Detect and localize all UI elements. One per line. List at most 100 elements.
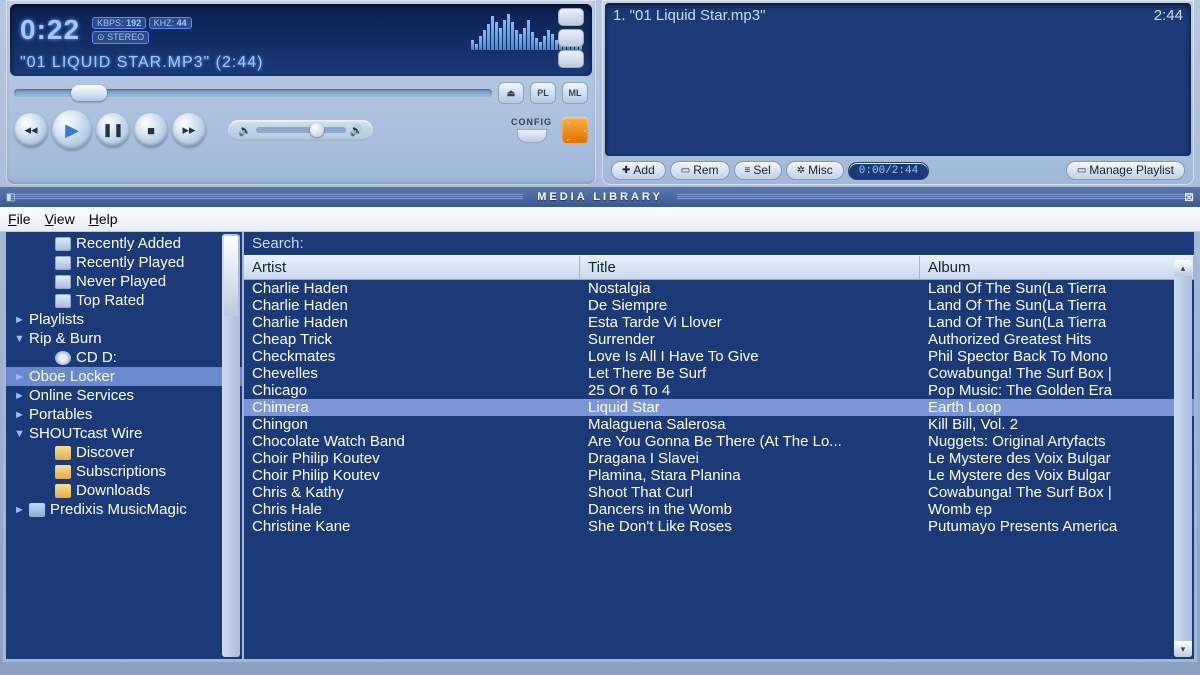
cell-album: Cowabunga! The Surf Box | — [920, 484, 1194, 501]
tree-node[interactable]: Top Rated — [6, 291, 242, 310]
tree-node[interactable]: CD D: — [6, 348, 242, 367]
add-button[interactable]: ✚Add — [611, 161, 666, 180]
cell-album: Cowabunga! The Surf Box | — [920, 365, 1194, 382]
play-button[interactable]: ▶ — [52, 110, 92, 150]
cell-album: Le Mystere des Voix Bulgar — [920, 467, 1194, 484]
disc-icon — [55, 351, 71, 365]
column-album[interactable]: Album — [920, 256, 1194, 279]
manage-playlist-button[interactable]: ▭Manage Playlist — [1066, 161, 1185, 180]
tree-label: Downloads — [76, 482, 150, 499]
list-scrollbar[interactable]: ▴ ▾ — [1174, 260, 1192, 657]
search-label: Search: — [252, 235, 304, 252]
cell-album: Land Of The Sun(La Tierra — [920, 297, 1194, 314]
config-button[interactable]: CONFIG — [511, 117, 552, 143]
media-library-titlebar[interactable]: ◧ MEDIA LIBRARY ⊠ — [0, 187, 1200, 207]
playlist-list[interactable]: 1. "01 Liquid Star.mp3" 2:44 — [605, 3, 1191, 156]
cell-title: She Don't Like Roses — [580, 518, 920, 535]
table-row[interactable]: Chris & KathyShoot That CurlCowabunga! T… — [244, 484, 1194, 501]
next-button[interactable]: ▸▸ — [172, 113, 206, 147]
tree-node[interactable]: ►Portables — [6, 405, 242, 424]
column-title[interactable]: Title — [580, 256, 920, 279]
side-btn-2[interactable] — [558, 29, 584, 47]
table-row[interactable]: ChingonMalaguena SalerosaKill Bill, Vol.… — [244, 416, 1194, 433]
table-row[interactable]: CheckmatesLove Is All I Have To GivePhil… — [244, 348, 1194, 365]
tree-node[interactable]: Downloads — [6, 481, 242, 500]
stop-button[interactable]: ■ — [134, 113, 168, 147]
cell-title: Malaguena Salerosa — [580, 416, 920, 433]
scrollbar-thumb[interactable] — [224, 236, 238, 316]
tree-label: Online Services — [29, 387, 134, 404]
tree-label: Never Played — [76, 273, 166, 290]
table-row[interactable]: Choir Philip KoutevDragana I SlaveiLe My… — [244, 450, 1194, 467]
table-row[interactable]: ChevellesLet There Be SurfCowabunga! The… — [244, 365, 1194, 382]
elapsed-time[interactable]: 0:22 — [20, 14, 80, 46]
titlebar-left-icon[interactable]: ◧ — [6, 192, 15, 203]
volume-thumb[interactable] — [310, 123, 324, 137]
table-row[interactable]: Chris HaleDancers in the WombWomb ep — [244, 501, 1194, 518]
winamp-logo-icon[interactable] — [562, 117, 588, 143]
playlist-toggle-button[interactable]: PL — [530, 82, 556, 104]
tree-node[interactable]: ▼SHOUTcast Wire — [6, 424, 242, 443]
table-row[interactable]: Christine KaneShe Don't Like RosesPutuma… — [244, 518, 1194, 535]
tree-label: Recently Added — [76, 235, 181, 252]
tree-label: Playlists — [29, 311, 84, 328]
cell-title: Love Is All I Have To Give — [580, 348, 920, 365]
menu-file[interactable]: File — [8, 211, 31, 227]
remove-button[interactable]: ▭Rem — [670, 161, 730, 180]
table-row[interactable]: Cheap TrickSurrenderAuthorized Greatest … — [244, 331, 1194, 348]
table-row[interactable]: Charlie HadenEsta Tarde Vi LloverLand Of… — [244, 314, 1194, 331]
tree-arrow-icon: ► — [14, 314, 24, 326]
cell-title: Let There Be Surf — [580, 365, 920, 382]
tree-node[interactable]: Discover — [6, 443, 242, 462]
track-panel: Search: Artist Title Album Charlie Haden… — [244, 232, 1194, 659]
table-row[interactable]: Choir Philip KoutevPlamina, Stara Planin… — [244, 467, 1194, 484]
volume-control: 🔉 🔊 — [228, 120, 373, 141]
misc-button[interactable]: ✲Misc — [786, 161, 844, 180]
scroll-up-button[interactable]: ▴ — [1174, 260, 1192, 276]
cell-album: Womb ep — [920, 501, 1194, 518]
cell-artist: Christine Kane — [244, 518, 580, 535]
cell-album: Nuggets: Original Artyfacts — [920, 433, 1194, 450]
select-button[interactable]: ≡Sel — [734, 161, 782, 180]
tree-node[interactable]: ▼Rip & Burn — [6, 329, 242, 348]
side-btn-1[interactable] — [558, 8, 584, 26]
tree-arrow-icon: ► — [14, 390, 24, 402]
mute-icon[interactable]: 🔉 — [238, 124, 252, 137]
tree-node[interactable]: Never Played — [6, 272, 242, 291]
eject-button[interactable]: ⏏ — [498, 82, 524, 104]
cell-artist: Charlie Haden — [244, 297, 580, 314]
volume-slider[interactable] — [256, 127, 346, 133]
seek-thumb[interactable] — [71, 85, 107, 101]
folder-icon — [55, 465, 71, 479]
tree-node[interactable]: ►Predixis MusicMagic — [6, 500, 242, 519]
side-btn-3[interactable] — [558, 50, 584, 68]
track-table-header: Artist Title Album — [244, 255, 1194, 280]
song-title-display[interactable]: "01 LIQUID STAR.MP3" (2:44) — [20, 54, 582, 72]
tree-node[interactable]: ►Oboe Locker — [6, 367, 242, 386]
pause-button[interactable]: ❚❚ — [96, 113, 130, 147]
tree-node[interactable]: Recently Added — [6, 234, 242, 253]
tree-node[interactable]: ► Playlists — [6, 310, 242, 329]
tree-node[interactable]: ► Online Services — [6, 386, 242, 405]
table-row[interactable]: Charlie HadenDe SiempreLand Of The Sun(L… — [244, 297, 1194, 314]
tree-label: Discover — [76, 444, 134, 461]
tree-arrow-icon: ► — [14, 371, 24, 383]
table-row[interactable]: Charlie HadenNostalgiaLand Of The Sun(La… — [244, 280, 1194, 297]
cell-title: Surrender — [580, 331, 920, 348]
seek-bar[interactable] — [14, 89, 492, 97]
table-row[interactable]: Chicago25 Or 6 To 4Pop Music: The Golden… — [244, 382, 1194, 399]
column-artist[interactable]: Artist — [244, 256, 580, 279]
menu-help[interactable]: Help — [89, 211, 118, 227]
table-row[interactable]: ChimeraLiquid StarEarth Loop — [244, 399, 1194, 416]
previous-button[interactable]: ◂◂ — [14, 113, 48, 147]
menu-view[interactable]: View — [45, 211, 75, 227]
close-icon[interactable]: ⊠ — [1184, 190, 1194, 204]
scroll-down-button[interactable]: ▾ — [1174, 641, 1192, 657]
playlist-time-display: 0:00/2:44 — [848, 162, 929, 180]
tree-node[interactable]: Subscriptions — [6, 462, 242, 481]
tree-scrollbar[interactable] — [222, 234, 240, 657]
table-row[interactable]: Chocolate Watch BandAre You Gonna Be The… — [244, 433, 1194, 450]
media-library-toggle-button[interactable]: ML — [562, 82, 588, 104]
playlist-item[interactable]: 1. "01 Liquid Star.mp3" — [613, 7, 1154, 152]
tree-node[interactable]: Recently Played — [6, 253, 242, 272]
